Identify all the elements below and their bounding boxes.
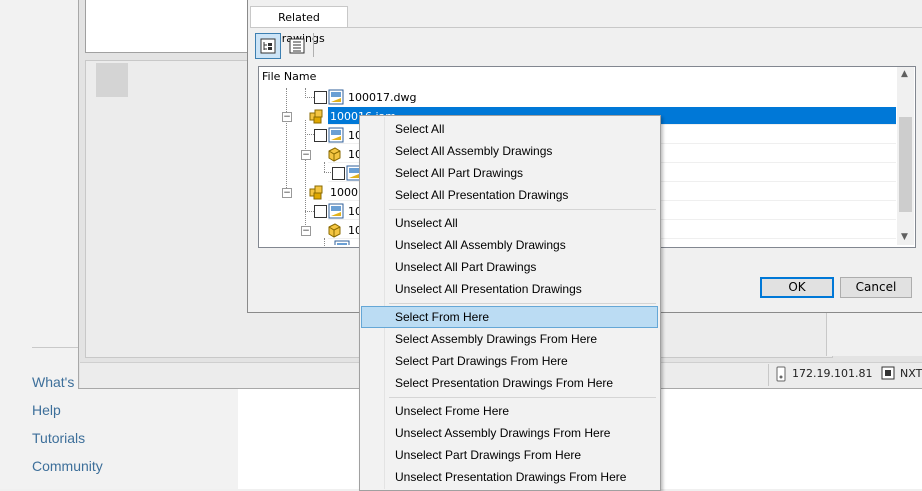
server-ip: 172.19.101.81 xyxy=(792,367,873,380)
menu-item-select-all[interactable]: Select All xyxy=(395,122,444,136)
vault-icon xyxy=(881,365,895,384)
scroll-up-icon[interactable]: ▲ xyxy=(901,69,908,79)
server-icon xyxy=(776,366,786,385)
tab-related-drawings[interactable]: Related Drawings xyxy=(250,6,348,45)
drawing-file-icon xyxy=(328,127,344,146)
drawing-file-icon xyxy=(328,89,344,108)
tree-connector xyxy=(305,211,314,212)
row-checkbox[interactable] xyxy=(332,167,345,180)
menu-item-unselect-all-assembly-drawings[interactable]: Unselect All Assembly Drawings xyxy=(395,238,566,252)
tree-connector xyxy=(305,120,306,235)
menu-item-unselect-all-presentation-drawings[interactable]: Unselect All Presentation Drawings xyxy=(395,282,582,296)
menu-item-unselect-presentation-drawings-from-here[interactable]: Unselect Presentation Drawings From Here xyxy=(395,470,626,484)
drawing-file-icon xyxy=(334,240,354,245)
app-side-panel xyxy=(826,310,922,356)
tree-view-icon xyxy=(260,38,276,54)
menu-item-select-assembly-drawings-from-here[interactable]: Select Assembly Drawings From Here xyxy=(395,332,597,346)
menu-item-select-part-drawings-from-here[interactable]: Select Part Drawings From Here xyxy=(395,354,568,368)
cancel-button[interactable]: Cancel xyxy=(840,277,912,298)
assembly-icon xyxy=(308,108,324,127)
status-divider xyxy=(768,364,769,386)
app-thumbnail xyxy=(96,63,128,97)
menu-item-select-all-part-drawings[interactable]: Select All Part Drawings xyxy=(395,166,523,180)
tree-connector xyxy=(305,97,314,98)
menu-item-unselect-all[interactable]: Unselect All xyxy=(395,216,458,230)
drawing-file-icon xyxy=(328,203,344,222)
tree-connector xyxy=(324,238,325,246)
whats-new-link[interactable]: What's xyxy=(32,374,74,390)
row-checkbox[interactable] xyxy=(314,129,327,142)
menu-item-select-presentation-drawings-from-here[interactable]: Select Presentation Drawings From Here xyxy=(395,376,613,390)
collapse-icon[interactable]: − xyxy=(301,226,311,236)
sidebar-divider xyxy=(32,347,78,348)
menu-item-unselect-from-here[interactable]: Unselect Frome Here xyxy=(395,404,509,418)
menu-item-select-from-here[interactable]: Select From Here xyxy=(395,310,489,324)
community-link[interactable]: Community xyxy=(32,458,103,474)
menu-item-select-all-assembly-drawings[interactable]: Select All Assembly Drawings xyxy=(395,144,552,158)
help-link[interactable]: Help xyxy=(32,402,61,418)
column-header-file-name: File Name xyxy=(262,70,317,83)
collapse-icon[interactable]: − xyxy=(282,188,292,198)
tree-row-label: 100017.dwg xyxy=(348,91,417,104)
menu-item-unselect-assembly-drawings-from-here[interactable]: Unselect Assembly Drawings From Here xyxy=(395,426,610,440)
menu-separator xyxy=(389,209,656,210)
toolbar-separator xyxy=(313,33,314,57)
collapse-icon[interactable]: − xyxy=(301,150,311,160)
part-icon xyxy=(326,222,342,241)
scrollbar-thumb[interactable] xyxy=(899,117,912,212)
menu-item-unselect-part-drawings-from-here[interactable]: Unselect Part Drawings From Here xyxy=(395,448,581,462)
menu-item-unselect-all-part-drawings[interactable]: Unselect All Part Drawings xyxy=(395,260,536,274)
menu-separator xyxy=(389,303,656,304)
tree-connector xyxy=(286,88,287,198)
part-icon xyxy=(326,146,342,165)
tutorials-link[interactable]: Tutorials xyxy=(32,430,85,446)
list-view-icon xyxy=(289,38,305,54)
menu-item-select-all-presentation-drawings[interactable]: Select All Presentation Drawings xyxy=(395,188,568,202)
menu-icon-gutter xyxy=(361,117,385,489)
server-name: NXT xyxy=(900,367,922,380)
menu-separator xyxy=(389,397,656,398)
tree-connector xyxy=(324,162,325,172)
tree-connector xyxy=(305,134,314,135)
tree-view-button[interactable] xyxy=(255,33,281,59)
scroll-down-icon[interactable]: ▼ xyxy=(901,232,908,242)
row-checkbox[interactable] xyxy=(314,205,327,218)
collapse-icon[interactable]: − xyxy=(282,112,292,122)
list-view-button[interactable] xyxy=(284,33,310,59)
tab-underline xyxy=(250,27,922,28)
app-white-panel xyxy=(85,0,249,53)
assembly-icon xyxy=(308,184,324,203)
row-checkbox[interactable] xyxy=(314,91,327,104)
ok-button[interactable]: OK xyxy=(760,277,834,298)
